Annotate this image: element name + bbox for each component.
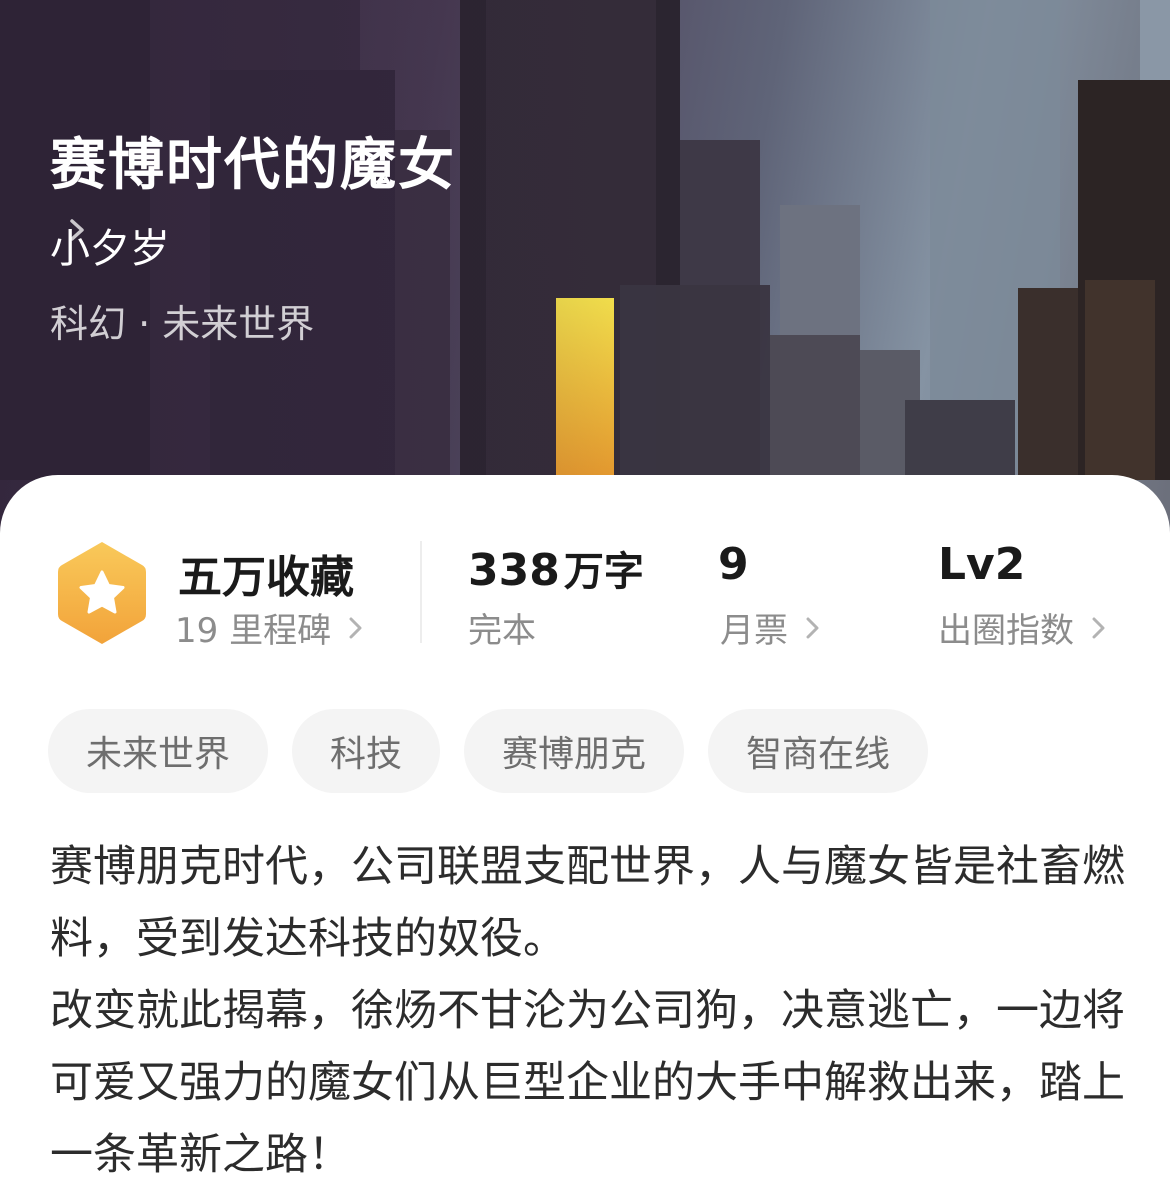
monthly-ticket-label: 月票 bbox=[720, 611, 788, 651]
book-info-card: 五万收藏 19 里程碑 338 万字 完本 9 月票 Lv2 出圈指数 未来世界 … bbox=[0, 475, 1170, 1196]
popularity-index-label: 出圈指数 bbox=[938, 611, 1074, 651]
star-hexagon-icon bbox=[58, 542, 146, 644]
milestone-label: 19 里程碑 bbox=[175, 611, 332, 651]
tag-chip[interactable]: 智商在线 bbox=[708, 709, 929, 793]
chevron-right-icon bbox=[1092, 617, 1105, 638]
tag-list: 未来世界 科技 赛博朋克 智商在线 bbox=[48, 709, 929, 793]
completion-status: 完本 bbox=[468, 603, 536, 652]
book-synopsis: 赛博朋克时代，公司联盟支配世界，人与魔女皆是社畜燃料，受到发达科技的奴役。 改变… bbox=[50, 831, 1125, 1191]
word-count: 338 万字 bbox=[468, 539, 644, 597]
synopsis-paragraph: 赛博朋克时代，公司联盟支配世界，人与魔女皆是社畜燃料，受到发达科技的奴役。 bbox=[50, 842, 1125, 964]
book-title: 赛博时代的魔女 bbox=[50, 133, 456, 198]
chevron-right-icon bbox=[70, 219, 84, 241]
popularity-index-link[interactable]: 出圈指数 bbox=[938, 603, 1110, 652]
genre-label: 科幻 · 未来世界 bbox=[50, 302, 315, 346]
chevron-right-icon bbox=[349, 617, 362, 638]
tag-chip[interactable]: 科技 bbox=[292, 709, 441, 793]
synopsis-paragraph: 改变就此揭幕，徐炀不甘沦为公司狗，决意逃亡，一边将可爱又强力的魔女们从巨型企业的… bbox=[50, 986, 1125, 1180]
tag-chip[interactable]: 未来世界 bbox=[48, 709, 269, 793]
word-count-unit: 万字 bbox=[563, 549, 644, 595]
chevron-right-icon bbox=[806, 617, 819, 638]
tag-chip[interactable]: 赛博朋克 bbox=[464, 709, 685, 793]
author-link[interactable]: 小夕岁 bbox=[50, 215, 170, 275]
monthly-ticket-link[interactable]: 月票 bbox=[720, 603, 824, 652]
collection-count: 五万收藏 bbox=[178, 552, 354, 603]
milestone-link[interactable]: 19 里程碑 bbox=[175, 603, 367, 652]
word-count-number: 338 bbox=[468, 545, 560, 596]
popularity-level: Lv2 bbox=[938, 539, 1026, 590]
monthly-ticket-count: 9 bbox=[718, 539, 749, 590]
completion-label: 完本 bbox=[468, 611, 536, 651]
stats-divider bbox=[420, 541, 422, 643]
